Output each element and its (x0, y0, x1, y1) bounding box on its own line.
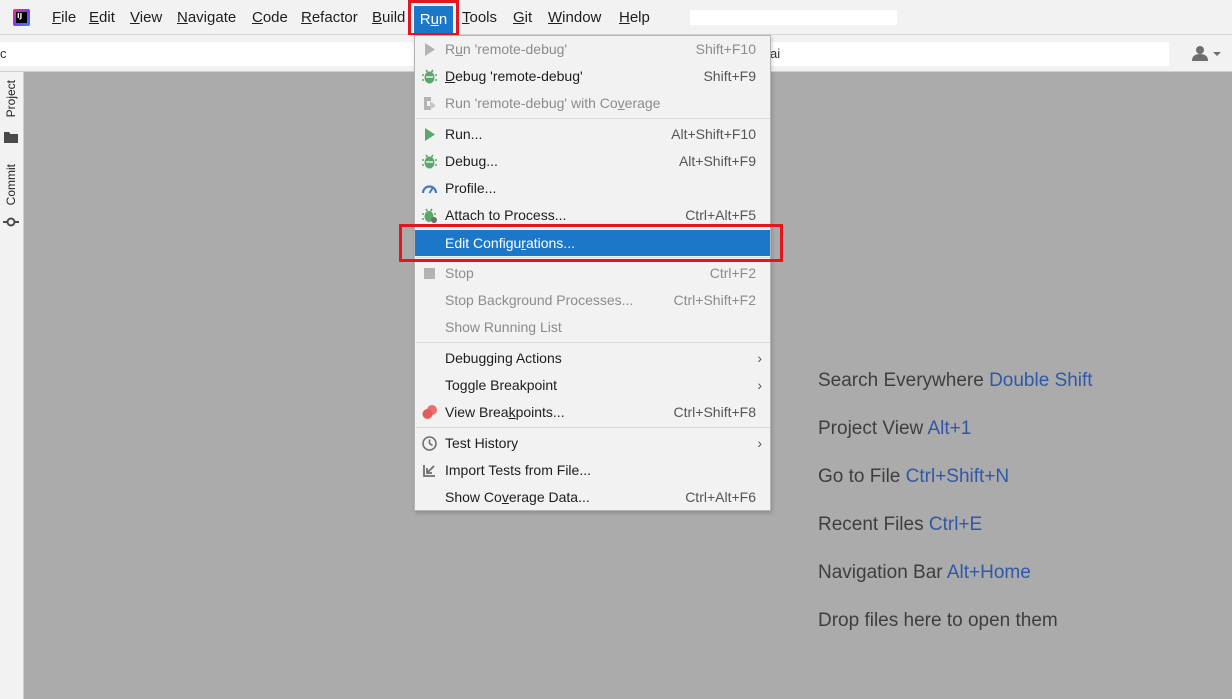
menu-item-view-breakpoints[interactable]: View Breakpoints... Ctrl+Shift+F8 (415, 399, 770, 426)
menu-run-highlight-box: Run (408, 0, 459, 36)
menu-run[interactable]: Run (414, 6, 453, 33)
title-search-box[interactable] (690, 10, 897, 25)
commit-tool-tab[interactable]: Commit (2, 164, 22, 232)
intellij-logo-icon: IJ (13, 9, 30, 26)
menu-item-test-history[interactable]: Test History › (415, 430, 770, 457)
submenu-chevron-icon: › (757, 377, 762, 393)
hint-project-view: Project View Alt+1 (818, 418, 972, 439)
hint-search-everywhere: Search Everywhere Double Shift (818, 370, 1093, 391)
commit-icon (3, 217, 19, 227)
folder-icon (4, 132, 18, 143)
menu-item-stop[interactable]: Stop Ctrl+F2 (415, 260, 770, 287)
menu-separator (416, 342, 770, 343)
menu-item-run-with-coverage[interactable]: Run 'remote-debug' with Coverage (415, 90, 770, 117)
project-tab-label: Project (4, 80, 18, 118)
debug-icon (422, 69, 437, 84)
menu-window[interactable]: Window (548, 0, 601, 35)
menu-item-import-tests[interactable]: Import Tests from File... (415, 457, 770, 484)
menu-build[interactable]: Build (372, 0, 405, 35)
menu-item-edit-configurations[interactable]: Edit Configurations... (415, 230, 770, 256)
coverage-icon (424, 97, 436, 110)
user-account-icon[interactable] (1190, 44, 1226, 64)
profile-icon (421, 185, 438, 194)
submenu-chevron-icon: › (757, 435, 762, 451)
run-icon (425, 43, 435, 56)
menu-item-run-remote-debug[interactable]: Run 'remote-debug' Shift+F10 (415, 36, 770, 63)
navigation-field-left[interactable]: c (0, 42, 416, 66)
menu-code[interactable]: Code (252, 0, 288, 35)
menu-item-attach-to-process[interactable]: Attach to Process... Ctrl+Alt+F5 (415, 202, 770, 229)
left-tool-strip: Project Commit (0, 72, 24, 699)
main-menu-bar: IJ File Edit View Navigate Code Refactor… (0, 0, 1232, 36)
menu-item-toggle-breakpoint[interactable]: Toggle Breakpoint › (415, 372, 770, 399)
hint-navigation-bar: Navigation Bar Alt+Home (818, 562, 1031, 583)
menu-git[interactable]: Git (513, 0, 532, 35)
hint-recent-files: Recent Files Ctrl+E (818, 514, 983, 535)
hint-go-to-file: Go to File Ctrl+Shift+N (818, 466, 1010, 487)
run-icon (425, 128, 435, 141)
attach-debugger-icon (422, 208, 437, 223)
menu-separator (416, 257, 770, 258)
commit-tab-label: Commit (4, 164, 18, 206)
project-tool-tab[interactable]: Project (2, 80, 22, 148)
menu-file[interactable]: File (52, 0, 76, 35)
run-menu-dropdown: Run 'remote-debug' Shift+F10 Debug 'remo… (414, 35, 771, 511)
menu-separator (416, 427, 770, 428)
menu-refactor[interactable]: Refactor (301, 0, 358, 35)
menu-item-show-running-list[interactable]: Show Running List (415, 314, 770, 341)
menu-edit[interactable]: Edit (89, 0, 115, 35)
debug-icon (422, 154, 437, 169)
menu-navigate[interactable]: Navigate (177, 0, 236, 35)
menu-item-profile[interactable]: Profile... (415, 175, 770, 202)
menu-item-debug[interactable]: Debug... Alt+Shift+F9 (415, 148, 770, 175)
navigation-field-right[interactable]: ai (770, 42, 1169, 66)
breakpoints-icon (422, 405, 437, 419)
menu-item-run[interactable]: Run... Alt+Shift+F10 (415, 121, 770, 148)
menu-item-show-coverage-data[interactable]: Show Coverage Data... Ctrl+Alt+F6 (415, 484, 770, 511)
menu-separator (416, 118, 770, 119)
stop-icon (424, 268, 435, 279)
menu-item-stop-background-processes[interactable]: Stop Background Processes... Ctrl+Shift+… (415, 287, 770, 314)
history-icon (422, 436, 437, 451)
submenu-chevron-icon: › (757, 350, 762, 366)
import-icon (423, 465, 435, 477)
menu-item-debugging-actions[interactable]: Debugging Actions › (415, 345, 770, 372)
menu-view[interactable]: View (130, 0, 162, 35)
menu-item-debug-remote-debug[interactable]: Debug 'remote-debug' Shift+F9 (415, 63, 770, 90)
hint-drop-files: Drop files here to open them (818, 610, 1058, 631)
menu-tools[interactable]: Tools (462, 0, 497, 35)
menu-help[interactable]: Help (619, 0, 650, 35)
